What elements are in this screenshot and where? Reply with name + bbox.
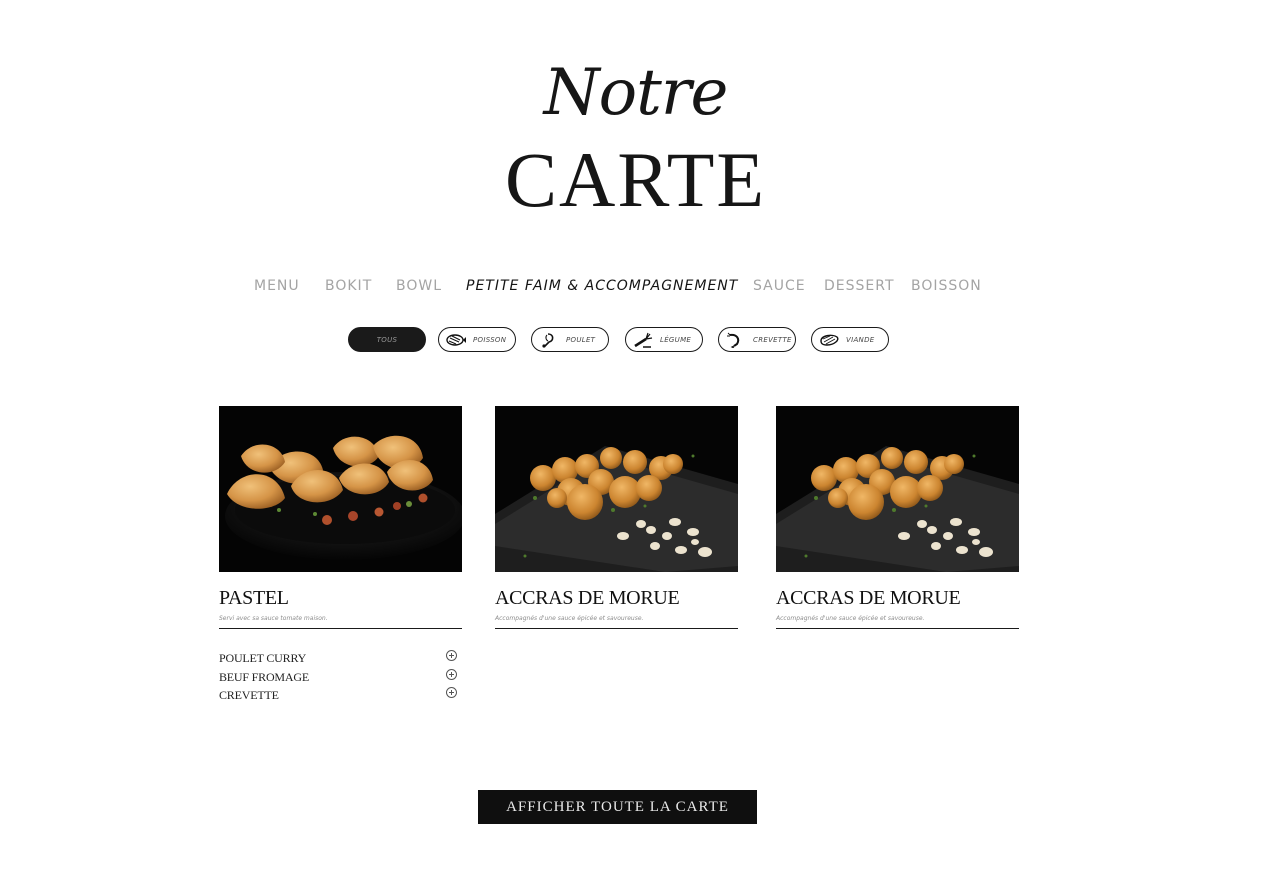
filter-label: VIANDE bbox=[846, 335, 875, 344]
product-description: Accompagnés d'une sauce épicée et savour… bbox=[495, 615, 644, 622]
option-row[interactable]: CREVETTE bbox=[219, 686, 462, 705]
add-option-icon[interactable] bbox=[446, 687, 457, 698]
product-name: ACCRAS DE MORUE bbox=[495, 587, 680, 609]
chicken-leg-icon bbox=[542, 332, 554, 348]
nav-item-bowl[interactable]: BOWL bbox=[396, 278, 442, 294]
fish-icon bbox=[446, 333, 466, 346]
title-notre: Notre bbox=[543, 56, 729, 130]
nav-item-sauce[interactable]: SAUCE bbox=[753, 278, 806, 294]
product-options: POULET CURRY BEUF FROMAGE CREVETTE bbox=[219, 649, 462, 705]
accras-photo bbox=[495, 406, 738, 572]
filter-label: TOUS bbox=[376, 335, 398, 344]
nav-item-bokit[interactable]: BOKIT bbox=[325, 278, 372, 294]
filter-label: POISSON bbox=[473, 335, 507, 344]
filter-label: POULET bbox=[566, 335, 596, 344]
add-option-icon[interactable] bbox=[446, 668, 457, 680]
nav-item-dessert[interactable]: DESSERT bbox=[824, 278, 895, 294]
nav-item-petite-faim[interactable]: PETITE FAIM & ACCOMPAGNEMENT bbox=[466, 278, 738, 294]
product-card[interactable]: PASTEL Servi avec sa sauce tomate maison… bbox=[219, 406, 462, 705]
product-card[interactable]: ACCRAS DE MORUE Accompagnés d'une sauce … bbox=[776, 406, 1019, 629]
divider bbox=[776, 628, 1019, 629]
option-label: BEUF FROMAGE bbox=[219, 669, 309, 684]
option-row[interactable]: POULET CURRY bbox=[219, 649, 462, 668]
filter-tous[interactable]: TOUS bbox=[348, 327, 426, 352]
option-label: CREVETTE bbox=[219, 688, 279, 702]
title-carte: CARTE bbox=[505, 136, 766, 223]
vegetable-icon bbox=[634, 332, 653, 348]
filter-viande[interactable]: VIANDE bbox=[811, 327, 889, 352]
divider bbox=[219, 628, 462, 629]
nav-item-menu[interactable]: MENU bbox=[254, 278, 300, 294]
filter-poisson[interactable]: POISSON bbox=[438, 327, 516, 352]
option-label: POULET CURRY bbox=[219, 651, 307, 665]
filter-bar: TOUS POISSON POULET LÉGUME CREVETTE VIAN… bbox=[0, 327, 1271, 355]
product-name: ACCRAS DE MORUE bbox=[776, 587, 961, 609]
shrimp-icon bbox=[727, 332, 740, 348]
accras-photo bbox=[776, 406, 1019, 572]
show-full-menu-button[interactable]: AFFICHER TOUTE LA CARTE bbox=[478, 790, 757, 824]
product-name: PASTEL bbox=[219, 587, 289, 609]
nav-item-boisson[interactable]: BOISSON bbox=[911, 278, 982, 294]
filter-legume[interactable]: LÉGUME bbox=[625, 327, 703, 352]
filter-crevette[interactable]: CREVETTE bbox=[718, 327, 796, 352]
product-card[interactable]: ACCRAS DE MORUE Accompagnés d'une sauce … bbox=[495, 406, 738, 629]
product-description: Servi avec sa sauce tomate maison. bbox=[219, 615, 328, 622]
product-description: Accompagnés d'une sauce épicée et savour… bbox=[776, 615, 925, 622]
add-option-icon[interactable] bbox=[446, 650, 457, 661]
pastel-photo bbox=[219, 406, 462, 572]
meat-icon bbox=[820, 334, 839, 346]
filter-label: LÉGUME bbox=[660, 335, 692, 344]
option-row[interactable]: BEUF FROMAGE bbox=[219, 668, 462, 687]
divider bbox=[495, 628, 738, 629]
category-nav: MENU BOKIT BOWL PETITE FAIM & ACCOMPAGNE… bbox=[0, 278, 1271, 298]
filter-poulet[interactable]: POULET bbox=[531, 327, 609, 352]
filter-label: CREVETTE bbox=[753, 335, 792, 344]
